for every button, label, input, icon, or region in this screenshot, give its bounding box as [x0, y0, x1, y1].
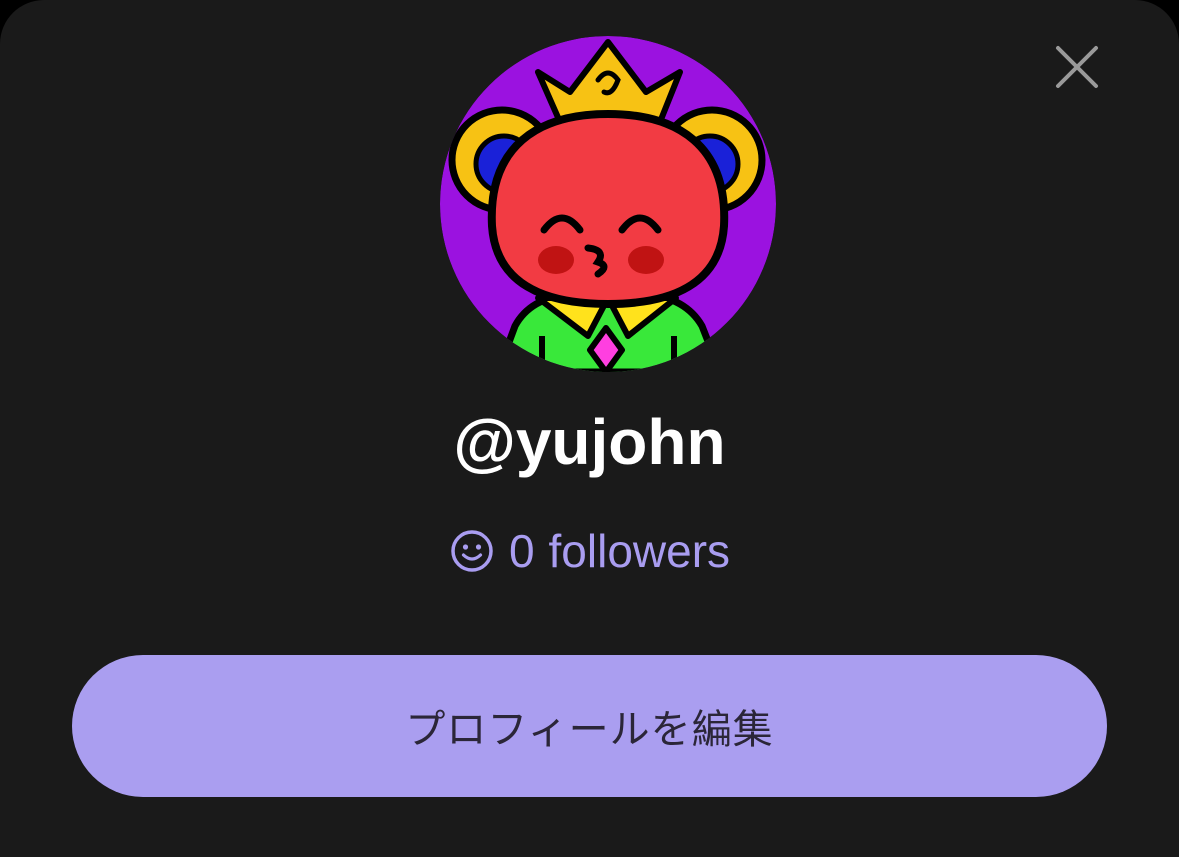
smiley-icon — [449, 528, 495, 574]
profile-sheet: @yujohn 0 followers プロフィールを編集 — [0, 0, 1179, 857]
profile-avatar — [440, 36, 776, 372]
close-icon — [1056, 46, 1098, 88]
followers-count: 0 — [508, 525, 535, 577]
edit-profile-button[interactable]: プロフィールを編集 — [72, 655, 1107, 797]
close-button[interactable] — [1052, 42, 1102, 92]
bear-avatar-icon — [440, 36, 776, 372]
username: @yujohn — [453, 406, 726, 478]
followers-label: followers — [548, 525, 731, 577]
followers-row[interactable]: 0 followers — [0, 522, 1179, 580]
